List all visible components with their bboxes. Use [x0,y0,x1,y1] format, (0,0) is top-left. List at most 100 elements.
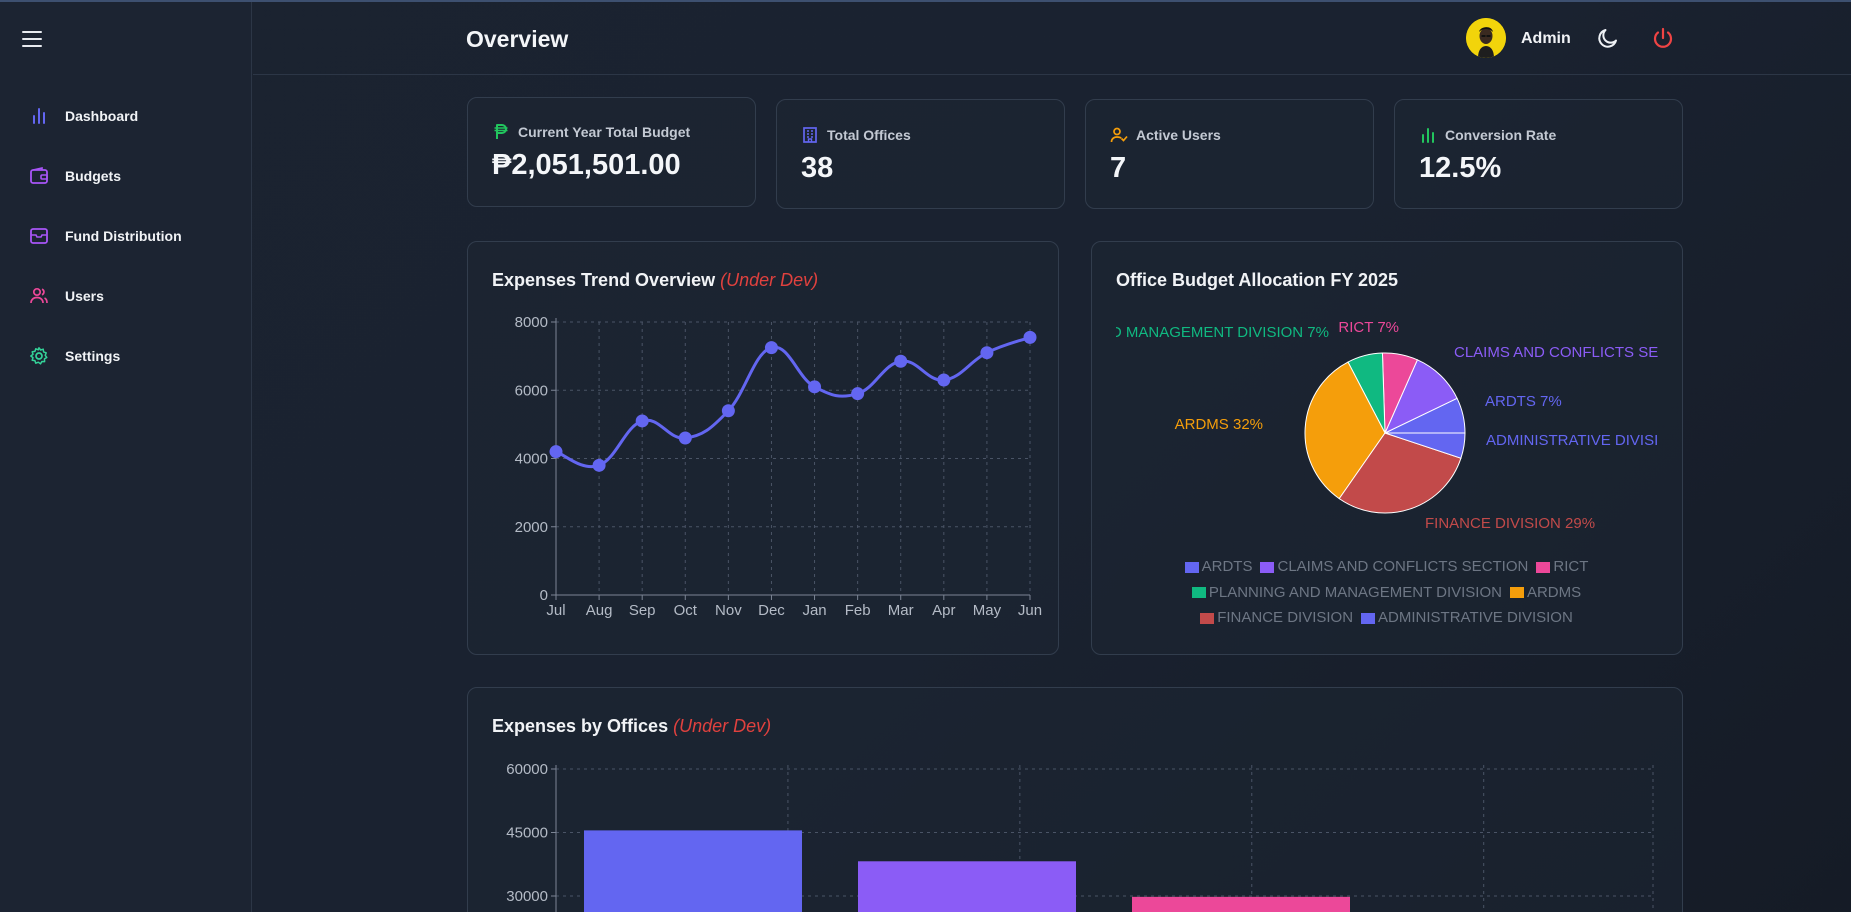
data-point [678,431,692,445]
sidebar-item-settings[interactable]: Settings [0,326,252,386]
sidebar-item-label: Fund Distribution [65,228,182,244]
x-tick-label: Oct [674,602,698,619]
y-tick-label: 6000 [515,382,548,399]
pie-slice-label: RICT 7% [1338,319,1399,336]
series-line [555,335,1031,469]
stat-label: Current Year Total Budget [518,124,691,140]
legend-label: ARDTS [1201,558,1253,575]
user-name[interactable]: Admin [1521,30,1571,48]
archive-icon [28,225,50,247]
wallet-icon [28,165,50,187]
building-icon [801,126,819,144]
legend-swatch [1260,561,1275,573]
data-point [851,387,865,401]
legend-item[interactable]: RICT [1536,555,1588,579]
legend-label: ARDMS [1526,583,1582,601]
bar-chart-icon [28,105,50,127]
legend-item[interactable]: ADMINISTRATIVE DIVISION [1361,606,1573,630]
data-point [980,346,994,360]
data-point [937,373,951,387]
sidebar-item-fund-distribution[interactable]: Fund Distribution [0,206,252,266]
y-tick-label: 60000 [506,761,548,778]
sidebar-item-budgets[interactable]: Budgets [0,146,252,206]
legend-row: PLANNING AND MANAGEMENT DIVISION ARDMS [1092,581,1681,607]
x-tick-label: Feb [845,602,871,619]
legend-item[interactable]: PLANNING AND MANAGEMENT DIVISION [1191,581,1502,605]
data-point [635,414,649,428]
data-point [808,380,822,394]
pie-slice-label: ADMINISTRATIVE DIVISIO [1486,432,1670,449]
pie-slice-label: CLAIMS AND CONFLICTS SEC [1454,344,1669,361]
legend-swatch [1184,561,1199,573]
bar [858,861,1076,912]
user-check-icon [1110,126,1128,144]
pie-slice-label: ARDTS 7% [1485,393,1562,410]
x-tick-label: May [973,602,1002,619]
x-tick-label: Jan [802,602,826,619]
legend-swatch [1361,612,1376,624]
data-point [549,445,563,459]
budget-allocation-card: Office Budget Allocation FY 2025 ARDTS 7… [1091,241,1683,655]
data-point [1023,330,1037,344]
menu-icon[interactable] [22,31,42,47]
x-tick-label: Mar [888,602,914,619]
x-tick-label: Sep [629,602,656,619]
y-tick-label: 8000 [515,314,548,331]
sidebar-item-label: Users [65,288,104,304]
x-tick-label: Jul [546,602,565,619]
expenses-trend-card: Expenses Trend Overview (Under Dev) 0 200… [467,241,1059,655]
legend-swatch [1191,587,1206,598]
legend-label: RICT [1553,558,1589,575]
expenses-trend-chart: 02000400060008000Jul Aug Sep Oct Nov Dec Jan Fe… [515,314,1042,619]
pie-slice-label: ARDMS 32% [1175,416,1263,433]
y-tick-label: 45000 [506,825,548,842]
legend-item[interactable]: ARDTS [1184,555,1253,579]
sidebar-nav: Dashboard Budgets Fund Distribution User… [0,86,252,386]
power-icon[interactable] [1651,26,1675,50]
legend-label: FINANCE DIVISION [1217,609,1354,626]
avatar[interactable] [1466,18,1506,58]
users-icon [28,285,50,307]
gear-icon [28,345,50,367]
x-tick-label: Nov [715,602,742,619]
x-tick-label: Apr [932,602,955,619]
sidebar-item-dashboard[interactable]: Dashboard [0,86,252,146]
stat-value: 7 [1110,152,1127,184]
bar [1132,896,1350,912]
moon-icon[interactable] [1596,26,1620,50]
data-point [894,354,908,368]
expenses-by-office-chart: 30000 45000 60000 [506,761,1654,912]
sidebar-item-label: Settings [65,348,121,364]
stat-card-conversion-rate: Conversion Rate 12.5% [1394,99,1683,209]
stat-label: Total Offices [827,127,911,143]
legend-swatch [1536,561,1551,573]
x-tick-label: Aug [586,602,613,619]
pie-slice-label: ND MANAGEMENT DIVISION 7% [1100,324,1329,341]
legend-item[interactable]: ARDMS [1509,581,1582,605]
data-point [721,404,735,418]
legend-item[interactable]: FINANCE DIVISION [1200,606,1353,630]
sidebar-item-users[interactable]: Users [0,266,252,326]
legend-label: CLAIMS AND CONFLICTS SECTION [1277,558,1529,575]
bar-chart-icon [1419,126,1437,144]
stat-card-active-users: Active Users 7 [1085,99,1374,209]
legend-item[interactable]: CLAIMS AND CONFLICTS SECTION [1260,555,1528,579]
page-title: Overview [466,26,569,52]
expenses-by-office-card: Expenses by Offices (Under Dev) 30000 450… [467,687,1683,912]
stat-label: Active Users [1136,127,1221,143]
sidebar-item-label: Dashboard [65,108,139,124]
peso-icon [492,123,510,141]
sidebar-item-label: Budgets [65,168,121,184]
top-header: Overview Admin [253,2,1851,75]
sidebar: Dashboard Budgets Fund Distribution User… [0,2,252,912]
data-point [592,458,606,472]
y-tick-label: 4000 [515,451,548,468]
data-point [764,341,778,355]
stat-value: ₱2,051,501.00 [492,149,681,181]
legend-row: ARDTS CLAIMS AND CONFLICTS SECTION RICT [1092,555,1681,581]
pie-legend: ARDTS CLAIMS AND CONFLICTS SECTION RICT PLA… [1092,555,1681,632]
x-tick-label: Jun [1018,602,1042,619]
x-tick-label: Dec [758,602,785,619]
legend-label: ADMINISTRATIVE DIVISION [1378,609,1573,626]
legend-row: FINANCE DIVISION ADMINISTRATIVE DIVISION [1092,606,1681,632]
